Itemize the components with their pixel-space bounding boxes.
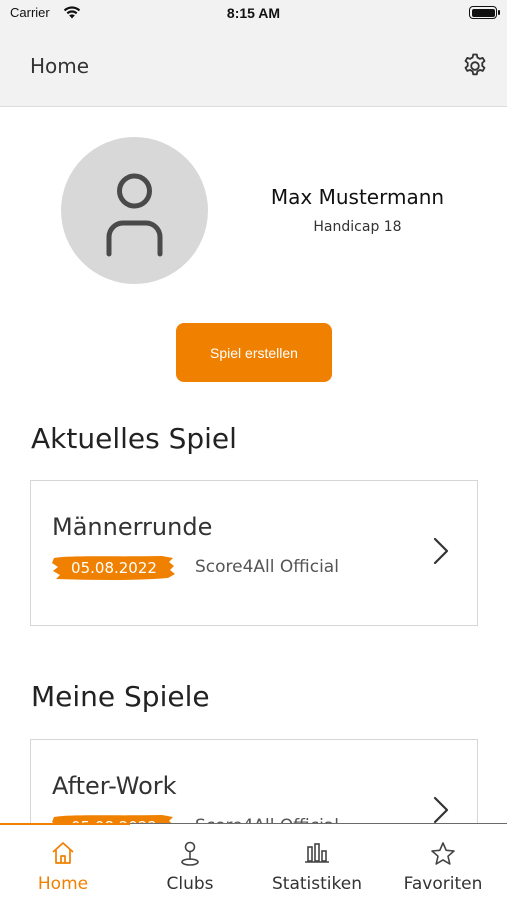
tab-home[interactable]: Home [0, 824, 126, 900]
tab-statistics[interactable]: Statistiken [254, 824, 380, 900]
my-games-heading: Meine Spiele [31, 680, 210, 713]
star-icon [430, 841, 456, 871]
game-name: Männerrunde [52, 513, 213, 541]
location-pin-icon [179, 841, 201, 871]
tab-label: Statistiken [272, 874, 362, 894]
current-game-card[interactable]: Männerrunde 05.08.2022 Score4All Officia… [30, 480, 478, 626]
page-title: Home [30, 54, 90, 78]
avatar[interactable] [61, 137, 208, 284]
status-bar: Carrier 8:15 AM [0, 0, 507, 26]
bar-chart-icon [304, 841, 330, 869]
gear-icon[interactable] [461, 52, 489, 80]
tab-label: Clubs [166, 874, 214, 894]
tab-clubs[interactable]: Clubs [127, 824, 253, 900]
chevron-right-icon [433, 537, 449, 569]
battery-icon [469, 6, 500, 19]
tab-favorites[interactable]: Favoriten [380, 824, 506, 900]
person-icon [106, 173, 163, 257]
date-badge: 05.08.2022 [52, 553, 176, 583]
tab-label: Home [37, 874, 89, 894]
home-icon [50, 841, 76, 869]
game-name: After-Work [52, 772, 177, 800]
game-date: 05.08.2022 [71, 559, 157, 577]
profile-name: Max Mustermann [270, 185, 445, 209]
clock: 8:15 AM [226, 5, 281, 21]
current-game-heading: Aktuelles Spiel [31, 422, 237, 455]
tab-bar: Home Clubs Statistiken Favoriten [0, 822, 507, 900]
navigation-bar: Home [0, 26, 507, 107]
tab-label: Favoriten [403, 874, 483, 894]
create-game-button[interactable]: Spiel erstellen [176, 323, 332, 382]
profile-handicap: Handicap 18 [313, 219, 402, 235]
game-club: Score4All Official [195, 557, 339, 577]
